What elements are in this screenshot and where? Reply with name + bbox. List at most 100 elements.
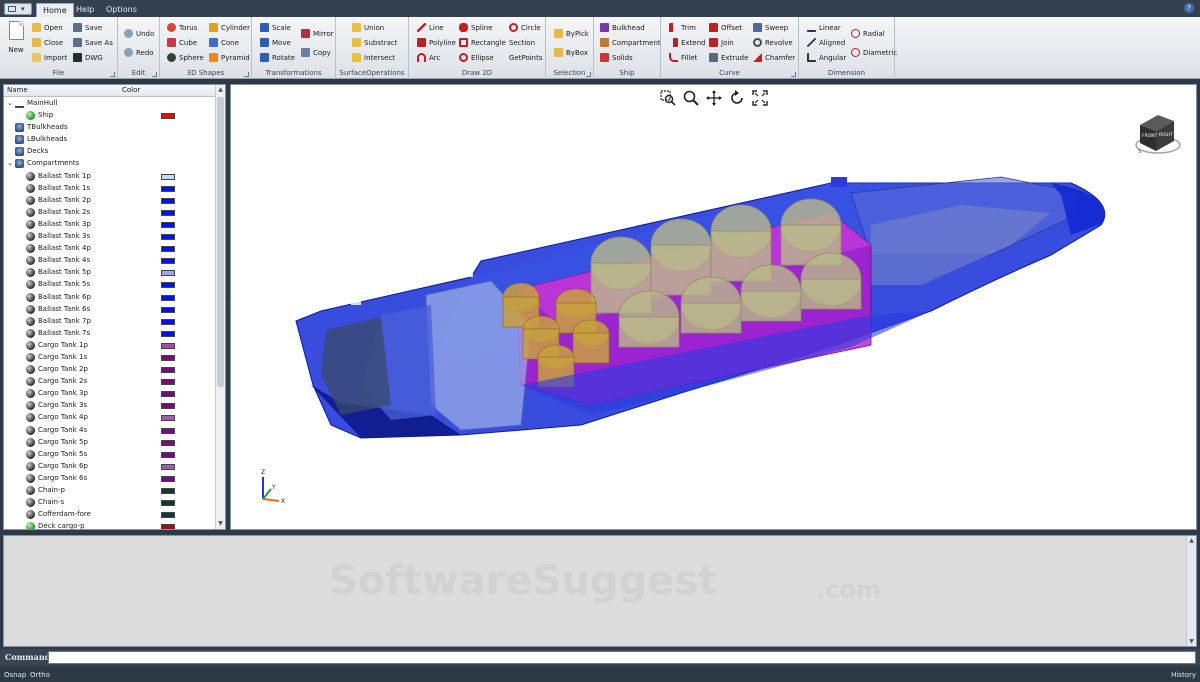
trim-button[interactable]: Trim xyxy=(669,21,696,34)
curve-dialog-launcher-icon[interactable] xyxy=(791,72,796,77)
color-swatch[interactable] xyxy=(161,209,175,216)
color-swatch[interactable] xyxy=(161,342,175,349)
color-swatch[interactable] xyxy=(161,113,175,120)
color-swatch[interactable] xyxy=(161,500,175,507)
save-button[interactable]: Save xyxy=(73,21,102,34)
rectangle-button[interactable]: Rectangle xyxy=(459,36,506,49)
color-swatch[interactable] xyxy=(161,451,175,458)
cube-face-front[interactable]: FRONT xyxy=(1142,133,1158,139)
tree-row[interactable]: Ballast Tank 6s xyxy=(4,304,216,316)
extend-button[interactable]: Extend xyxy=(669,36,706,49)
compartment-button[interactable]: Compartment xyxy=(600,36,661,49)
color-swatch[interactable] xyxy=(161,234,175,241)
tree-row[interactable]: Cargo Tank 6s xyxy=(4,473,216,485)
tree-column-color[interactable]: Color xyxy=(122,86,140,94)
tree-row[interactable]: Ballast Tank 2s xyxy=(4,207,216,219)
tree-row[interactable]: Chain-s xyxy=(4,497,216,509)
scale-button[interactable]: Scale xyxy=(260,21,291,34)
color-swatch[interactable] xyxy=(161,330,175,337)
tree-row[interactable]: Ballast Tank 2p xyxy=(4,195,216,207)
command-input[interactable] xyxy=(48,651,1196,664)
color-swatch[interactable] xyxy=(161,475,175,482)
tree-scroll-thumb[interactable] xyxy=(217,97,224,387)
navigation-cube[interactable]: FRONT RIGHT S xyxy=(1134,105,1188,161)
color-swatch[interactable] xyxy=(161,367,175,374)
cube-button[interactable]: Cube xyxy=(167,36,197,49)
tree-row[interactable]: Cargo Tank 2p xyxy=(4,364,216,376)
tree-row[interactable]: Decks xyxy=(4,146,216,158)
cone-button[interactable]: Cone xyxy=(209,36,239,49)
edit-dialog-launcher-icon[interactable] xyxy=(152,72,157,77)
torus-button[interactable]: Torus xyxy=(167,21,197,34)
tree-row[interactable]: Cargo Tank 5s xyxy=(4,449,216,461)
aligned-dimension-button[interactable]: Aligned xyxy=(807,36,845,49)
arc-button[interactable]: Arc xyxy=(417,51,440,64)
tree-row[interactable]: Cargo Tank 4s xyxy=(4,425,216,437)
color-swatch[interactable] xyxy=(161,258,175,265)
dwg-button[interactable]: DWG xyxy=(73,51,103,64)
solids-button[interactable]: Solids xyxy=(600,51,633,64)
color-swatch[interactable] xyxy=(161,512,175,519)
color-swatch[interactable] xyxy=(161,427,175,434)
open-button[interactable]: Open xyxy=(32,21,63,34)
bypick-button[interactable]: ByPick xyxy=(554,27,589,40)
move-button[interactable]: Move xyxy=(260,36,291,49)
tree-row[interactable]: Deck cargo-p xyxy=(4,521,216,529)
tree-row[interactable]: LBulkheads xyxy=(4,134,216,146)
tab-options[interactable]: Options xyxy=(100,3,143,17)
tree-row[interactable]: Ballast Tank 1s xyxy=(4,183,216,195)
join-button[interactable]: Join xyxy=(709,36,734,49)
color-swatch[interactable] xyxy=(161,282,175,289)
getpoints-button[interactable]: GetPoints xyxy=(509,51,543,64)
color-swatch[interactable] xyxy=(161,270,175,277)
ortho-toggle[interactable]: Ortho xyxy=(30,671,50,679)
diametric-dimension-button[interactable]: Diametric xyxy=(851,46,897,59)
ship-3d-model[interactable] xyxy=(231,85,1197,530)
linear-dimension-button[interactable]: Linear xyxy=(807,21,841,34)
application-menu-button[interactable]: ▾ xyxy=(4,3,32,15)
offset-button[interactable]: Offset xyxy=(709,21,742,34)
tab-home[interactable]: Home xyxy=(36,3,74,17)
color-swatch[interactable] xyxy=(161,221,175,228)
tree-expander-icon[interactable]: ⌄ xyxy=(7,99,13,107)
tree-row[interactable]: Cargo Tank 2s xyxy=(4,376,216,388)
cylinder-button[interactable]: Cylinder xyxy=(209,21,250,34)
polyline-button[interactable]: Polyline xyxy=(417,36,456,49)
rotate-button[interactable]: Rotate xyxy=(260,51,295,64)
union-button[interactable]: Union xyxy=(352,21,384,34)
tree-row[interactable]: Cargo Tank 3p xyxy=(4,388,216,400)
tree-row[interactable]: Cargo Tank 1p xyxy=(4,340,216,352)
ellipse-button[interactable]: Ellipse xyxy=(459,51,494,64)
osnap-toggle[interactable]: Osnap xyxy=(4,671,26,679)
circle-button[interactable]: Circle xyxy=(509,21,541,34)
substract-button[interactable]: Substract xyxy=(352,36,397,49)
tree-row[interactable]: Cargo Tank 6p xyxy=(4,461,216,473)
tree-row[interactable]: Chain-p xyxy=(4,485,216,497)
color-swatch[interactable] xyxy=(161,488,175,494)
chamfer-button[interactable]: Chamfer xyxy=(753,51,795,64)
color-swatch[interactable] xyxy=(161,173,175,180)
tree-row[interactable]: Ballast Tank 4p xyxy=(4,243,216,255)
color-swatch[interactable] xyxy=(161,197,175,204)
tree-row[interactable]: Cofferdam-fore xyxy=(4,509,216,521)
mirror-button[interactable]: Mirror xyxy=(301,27,334,40)
color-swatch[interactable] xyxy=(161,354,175,361)
sphere-button[interactable]: Sphere xyxy=(167,51,204,64)
bybox-button[interactable]: ByBox xyxy=(554,46,588,59)
extrude-button[interactable]: Extrude xyxy=(709,51,748,64)
tree-row[interactable]: Ship xyxy=(4,110,216,122)
history-toggle[interactable]: History xyxy=(1171,671,1196,679)
color-swatch[interactable] xyxy=(161,185,175,192)
tree-scrollbar[interactable]: ▲ ▼ xyxy=(215,85,225,529)
intersect-button[interactable]: Intersect xyxy=(352,51,395,64)
tree-row[interactable]: Ballast Tank 3p xyxy=(4,219,216,231)
undo-button[interactable]: Undo xyxy=(124,27,154,40)
color-swatch[interactable] xyxy=(161,379,175,386)
spline-button[interactable]: Spline xyxy=(459,21,493,34)
fillet-button[interactable]: Fillet xyxy=(669,51,697,64)
bulkhead-button[interactable]: Bulkhead xyxy=(600,21,645,34)
angular-dimension-button[interactable]: Angular xyxy=(807,51,846,64)
tree-row[interactable]: Cargo Tank 5p xyxy=(4,437,216,449)
tree-row[interactable]: Cargo Tank 4p xyxy=(4,412,216,424)
selection-dialog-launcher-icon[interactable] xyxy=(586,72,591,77)
